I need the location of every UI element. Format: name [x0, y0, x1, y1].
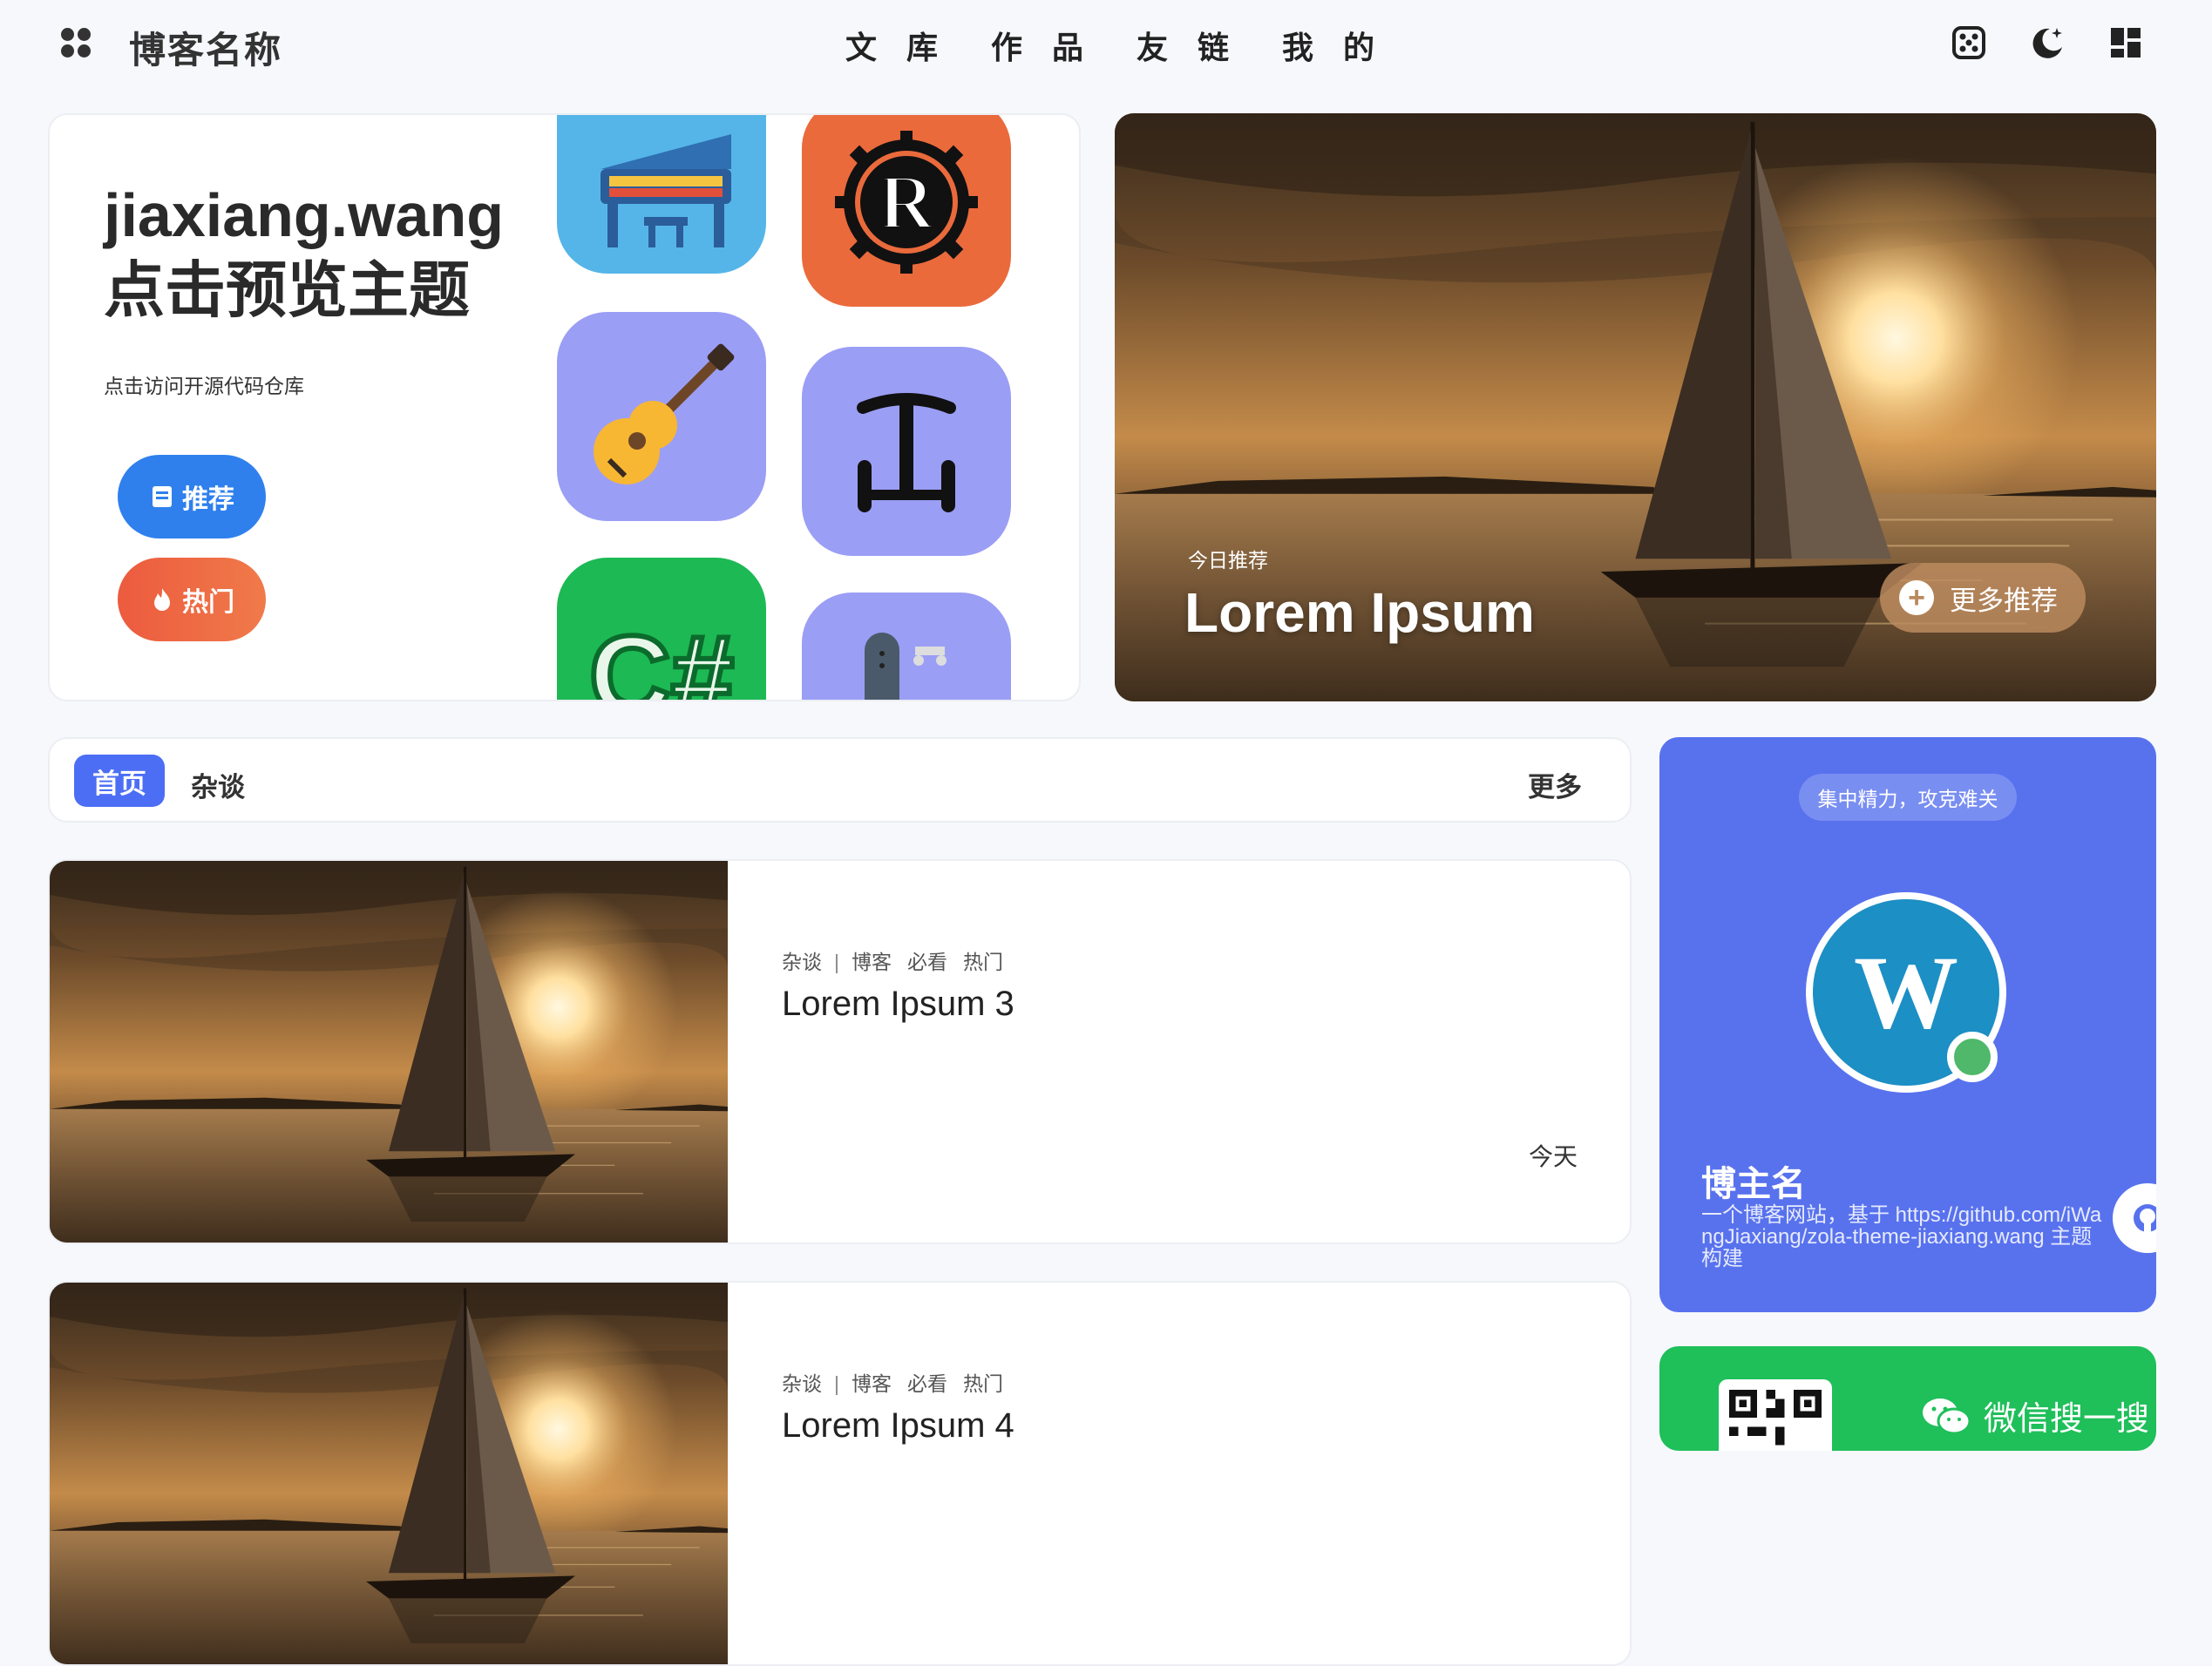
hot-label: 热门 — [182, 588, 234, 617]
nav-library[interactable]: 文 库 — [845, 23, 991, 68]
more-recommend-button[interactable]: + 更多推荐 — [1880, 563, 2086, 633]
logo-icon[interactable] — [61, 28, 92, 59]
more-recommend-label: 更多推荐 — [1950, 585, 2058, 616]
featured-label: 今日推荐 — [1188, 549, 1268, 572]
owner-description: 一个博客网站，基于 https://github.com/iWangJiaxia… — [1701, 1203, 2102, 1270]
article-tag[interactable]: 必看 — [907, 1372, 947, 1395]
nav-works[interactable]: 作 品 — [991, 23, 1137, 68]
svg-text:R: R — [879, 159, 936, 246]
article-thumbnail — [50, 861, 728, 1243]
tab-more[interactable]: 更多 — [1528, 765, 1582, 804]
article-category[interactable]: 杂谈 — [782, 1372, 822, 1395]
dashboard-icon[interactable] — [2107, 24, 2144, 61]
recommend-button[interactable]: 推荐 — [118, 455, 266, 538]
book-icon — [153, 486, 172, 507]
nav-links[interactable]: 友 链 — [1137, 23, 1282, 68]
article-date: 今天 — [1528, 1143, 1578, 1170]
plus-icon: + — [1899, 580, 1934, 615]
qr-code — [1719, 1379, 1832, 1451]
csharp-app-icon[interactable]: C# — [557, 558, 766, 701]
github-icon[interactable] — [2113, 1183, 2156, 1253]
nav-mine[interactable]: 我 的 — [1282, 23, 1428, 68]
article-tags: 杂谈 | 博客 必看 热门 — [782, 1372, 1003, 1395]
article-category[interactable]: 杂谈 — [782, 951, 822, 973]
svg-text:C#: C# — [589, 612, 734, 701]
recommend-label: 推荐 — [182, 485, 234, 514]
article-tags: 杂谈 | 博客 必看 热门 — [782, 951, 1003, 973]
profile-card: 集中精力，攻克难关 W 博主名 一个博客网站，基于 https://github… — [1659, 737, 2156, 1312]
site-name[interactable]: 博客名称 — [129, 21, 282, 74]
article-thumbnail — [50, 1283, 728, 1664]
wechat-text: 微信搜一搜 — [1984, 1401, 2150, 1438]
online-status-dot — [1947, 1032, 1998, 1082]
guitar-app-icon[interactable] — [557, 312, 766, 521]
piano-app-icon[interactable] — [557, 115, 766, 274]
tab-misc[interactable]: 杂谈 — [191, 765, 245, 804]
top-bar: 博客名称 文 库 作 品 友 链 我 的 — [0, 0, 2212, 87]
rust-app-icon[interactable]: R — [802, 115, 1011, 307]
hero-title-line2: 点击预览主题 — [104, 256, 470, 324]
avatar[interactable]: W — [1806, 892, 2006, 1093]
wechat-icon — [1923, 1398, 1971, 1434]
wechat-search-card[interactable]: 微信搜一搜 — [1659, 1346, 2156, 1451]
owner-name: 博主名 — [1701, 1165, 1806, 1203]
repo-link[interactable]: 点击访问开源代码仓库 — [104, 369, 304, 399]
skateboard-app-icon[interactable] — [802, 593, 1011, 700]
hero-title-line1: jiaxiang.wang — [104, 181, 504, 249]
main-nav: 文 库 作 品 友 链 我 的 — [845, 23, 1428, 68]
dark-mode-icon[interactable] — [2029, 24, 2066, 61]
featured-title[interactable]: Lorem Ipsum — [1184, 580, 1535, 645]
article-title[interactable]: Lorem Ipsum 3 — [782, 985, 1014, 1024]
article-tag[interactable]: 博客 — [852, 1372, 892, 1395]
balance-app-icon[interactable] — [802, 347, 1011, 556]
article-card[interactable]: 杂谈 | 博客 必看 热门 Lorem Ipsum 4 — [48, 1281, 1632, 1666]
hot-button[interactable]: 热门 — [118, 558, 266, 641]
wechat-search-label: 微信搜一搜 — [1921, 1392, 2149, 1439]
featured-card[interactable]: 今日推荐 Lorem Ipsum + 更多推荐 — [1115, 113, 2156, 701]
article-tag[interactable]: 热门 — [963, 951, 1003, 973]
article-title[interactable]: Lorem Ipsum 4 — [782, 1406, 1014, 1446]
article-tag[interactable]: 必看 — [907, 951, 947, 973]
tab-home[interactable]: 首页 — [74, 755, 165, 807]
random-dice-icon[interactable] — [1951, 24, 1987, 61]
hero-title[interactable]: jiaxiang.wang 点击预览主题 — [104, 178, 504, 328]
fire-icon — [154, 588, 170, 611]
article-tag[interactable]: 热门 — [963, 1372, 1003, 1395]
article-card[interactable]: 杂谈 | 博客 必看 热门 Lorem Ipsum 3 今天 — [48, 859, 1632, 1244]
profile-motto: 集中精力，攻克难关 — [1799, 774, 2017, 821]
category-bar: 首页 杂谈 更多 — [48, 737, 1632, 823]
article-tag[interactable]: 博客 — [852, 951, 892, 973]
hero-card: jiaxiang.wang 点击预览主题 点击访问开源代码仓库 推荐 热门 R … — [48, 113, 1081, 701]
